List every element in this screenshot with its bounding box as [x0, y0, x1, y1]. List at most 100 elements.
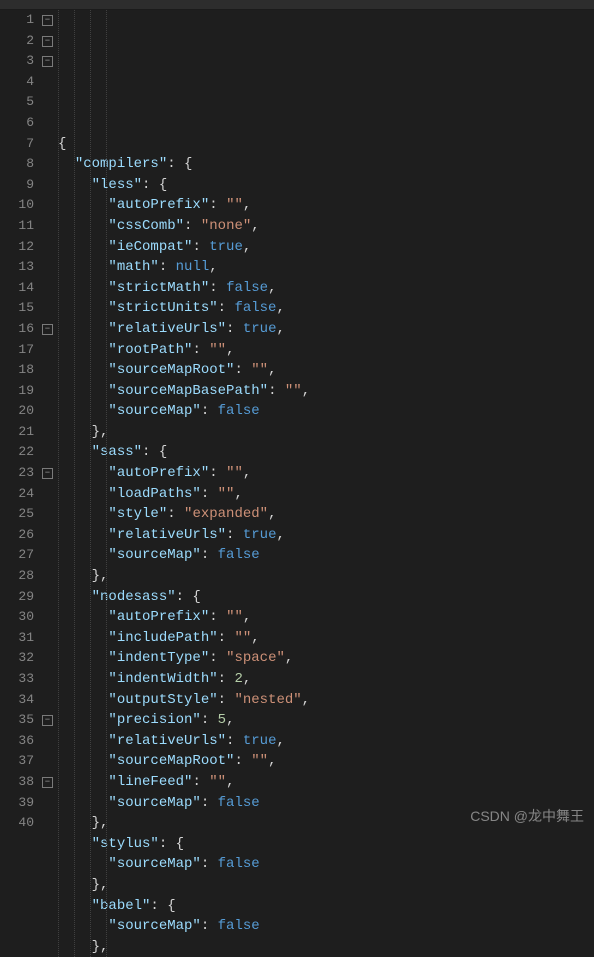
json-string: "nested" — [234, 692, 301, 708]
json-punct: { — [58, 136, 66, 152]
json-string: "" — [209, 342, 226, 358]
json-punct: : — [192, 239, 209, 255]
json-punct: : { — [176, 589, 201, 605]
json-string: "" — [226, 609, 243, 625]
fold-toggle-icon[interactable]: − — [42, 468, 53, 479]
json-keyword: null — [176, 259, 210, 275]
json-key: "sourceMapRoot" — [108, 362, 234, 378]
json-keyword: false — [218, 795, 260, 811]
fold-toggle-icon[interactable]: − — [42, 777, 53, 788]
code-line[interactable]: { — [58, 134, 594, 155]
code-line[interactable]: "includePath": "", — [58, 628, 594, 649]
code-line[interactable]: "sourceMap": false — [58, 401, 594, 422]
line-number: 37 — [0, 751, 34, 772]
line-number: 40 — [0, 813, 34, 834]
code-line[interactable]: "relativeUrls": true, — [58, 731, 594, 752]
line-number: 33 — [0, 669, 34, 690]
line-number: 39 — [0, 793, 34, 814]
json-string: "" — [285, 383, 302, 399]
json-punct: : — [192, 342, 209, 358]
json-punct: : — [209, 465, 226, 481]
code-line[interactable]: "lineFeed": "", — [58, 772, 594, 793]
json-key: "lineFeed" — [108, 774, 192, 790]
code-line[interactable]: }, — [58, 875, 594, 896]
code-line[interactable]: "sourceMap": false — [58, 854, 594, 875]
json-punct: : { — [150, 898, 175, 914]
code-line[interactable]: "autoPrefix": "", — [58, 195, 594, 216]
code-line[interactable]: "ieCompat": true, — [58, 237, 594, 258]
code-line[interactable]: "cssComb": "none", — [58, 216, 594, 237]
tab-bar[interactable] — [0, 0, 594, 10]
code-line[interactable]: "compilers": { — [58, 154, 594, 175]
code-line[interactable]: "outputStyle": "nested", — [58, 690, 594, 711]
json-string: "space" — [226, 650, 285, 666]
json-punct: : — [226, 527, 243, 543]
line-number: 14 — [0, 278, 34, 299]
code-line[interactable]: "sourceMapRoot": "", — [58, 360, 594, 381]
json-punct: : — [209, 280, 226, 296]
code-line[interactable]: "sourceMap": false — [58, 916, 594, 937]
fold-toggle-icon[interactable]: − — [42, 715, 53, 726]
json-punct: : — [201, 918, 218, 934]
code-line[interactable]: "sourceMapBasePath": "", — [58, 381, 594, 402]
json-key: "outputStyle" — [108, 692, 217, 708]
json-punct: , — [243, 239, 251, 255]
json-string: "none" — [201, 218, 251, 234]
code-line[interactable]: "nodesass": { — [58, 587, 594, 608]
json-keyword: true — [209, 239, 243, 255]
json-number: 2 — [234, 671, 242, 687]
code-line[interactable]: "autoPrefix": "", — [58, 463, 594, 484]
json-key: "sourceMap" — [108, 918, 200, 934]
code-line[interactable]: }, — [58, 422, 594, 443]
line-number: 25 — [0, 504, 34, 525]
code-line[interactable]: "strictUnits": false, — [58, 298, 594, 319]
json-punct: : — [209, 650, 226, 666]
fold-toggle-icon[interactable]: − — [42, 15, 53, 26]
code-line[interactable]: "stylus": { — [58, 834, 594, 855]
code-line[interactable]: "rootPath": "", — [58, 340, 594, 361]
json-key: "autoPrefix" — [108, 197, 209, 213]
line-number: 38 — [0, 772, 34, 793]
code-line[interactable]: "sourceMap": false — [58, 545, 594, 566]
code-line[interactable]: "indentType": "space", — [58, 648, 594, 669]
line-number: 1 — [0, 10, 34, 31]
code-line[interactable]: "style": "expanded", — [58, 504, 594, 525]
code-line[interactable]: "relativeUrls": true, — [58, 525, 594, 546]
code-line[interactable]: "indentWidth": 2, — [58, 669, 594, 690]
code-line[interactable]: }, — [58, 566, 594, 587]
code-line[interactable]: "less": { — [58, 175, 594, 196]
fold-toggle-icon[interactable]: − — [42, 324, 53, 335]
code-line[interactable]: "strictMath": false, — [58, 278, 594, 299]
code-line[interactable]: "precision": 5, — [58, 710, 594, 731]
line-number: 36 — [0, 731, 34, 752]
fold-toggle-icon[interactable]: − — [42, 56, 53, 67]
code-line[interactable]: }, — [58, 937, 594, 957]
json-key: "relativeUrls" — [108, 527, 226, 543]
json-string: "" — [209, 774, 226, 790]
line-number: 9 — [0, 175, 34, 196]
code-line[interactable]: "math": null, — [58, 257, 594, 278]
code-line[interactable]: "babel": { — [58, 896, 594, 917]
code-line[interactable]: "autoPrefix": "", — [58, 607, 594, 628]
json-punct: : — [218, 671, 235, 687]
json-punct: : — [226, 733, 243, 749]
json-punct: : — [226, 321, 243, 337]
json-key: "stylus" — [92, 836, 159, 852]
json-key: "sourceMap" — [108, 547, 200, 563]
json-punct: : — [218, 692, 235, 708]
json-punct: : { — [142, 444, 167, 460]
code-line[interactable]: "relativeUrls": true, — [58, 319, 594, 340]
json-key: "autoPrefix" — [108, 465, 209, 481]
code-line[interactable]: "sass": { — [58, 442, 594, 463]
line-number: 22 — [0, 442, 34, 463]
json-key: "autoPrefix" — [108, 609, 209, 625]
fold-column[interactable]: − − − − − − − — [40, 10, 58, 957]
json-key: "sass" — [92, 444, 142, 460]
line-number: 35 — [0, 710, 34, 731]
line-number: 12 — [0, 237, 34, 258]
json-key: "compilers" — [75, 156, 167, 172]
fold-toggle-icon[interactable]: − — [42, 36, 53, 47]
line-number: 23 — [0, 463, 34, 484]
code-line[interactable]: "sourceMapRoot": "", — [58, 751, 594, 772]
code-line[interactable]: "loadPaths": "", — [58, 484, 594, 505]
